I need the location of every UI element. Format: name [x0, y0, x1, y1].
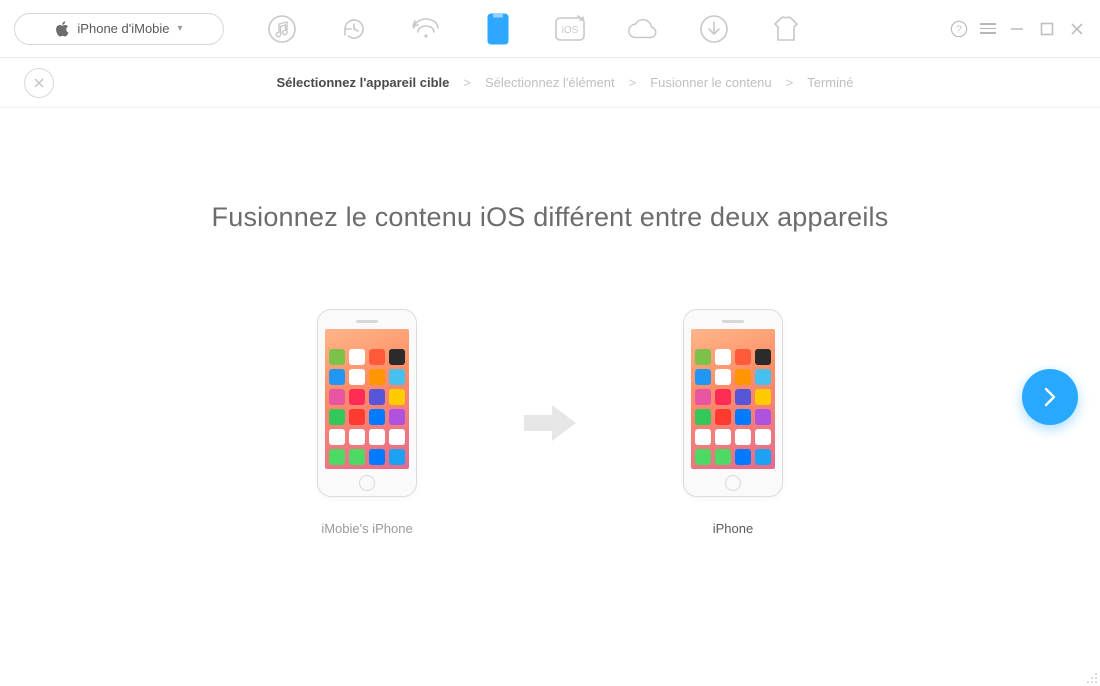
apple-icon: [55, 21, 69, 37]
app-icon: [695, 349, 711, 365]
window-controls: ?: [950, 20, 1086, 38]
top-toolbar: iPhone d'iMobie ▾ iOS ?: [0, 0, 1100, 58]
crumb-separator: >: [629, 75, 637, 90]
app-icon: [349, 369, 365, 385]
source-device[interactable]: iMobie's iPhone: [282, 309, 452, 536]
crumb-separator: >: [463, 75, 471, 90]
main-content: Fusionnez le contenu iOS différent entre…: [0, 108, 1100, 686]
app-icon: [369, 429, 385, 445]
app-icon: [715, 449, 731, 465]
app-icon: [735, 349, 751, 365]
app-icon: [389, 349, 405, 365]
app-icon: [755, 389, 771, 405]
app-icon: [735, 389, 751, 405]
app-icon: [349, 409, 365, 425]
close-button[interactable]: [1068, 20, 1086, 38]
app-icon: [715, 389, 731, 405]
app-icon: [329, 369, 345, 385]
target-phone-screen: [691, 329, 775, 469]
app-icon: [349, 449, 365, 465]
app-icon: [715, 349, 731, 365]
minimize-button[interactable]: [1008, 20, 1026, 38]
music-icon[interactable]: [266, 13, 298, 45]
app-icon: [369, 369, 385, 385]
close-wizard-button[interactable]: [24, 68, 54, 98]
app-icon: [755, 409, 771, 425]
device-pair: iMobie's iPhone iPhone: [0, 309, 1100, 536]
app-icon: [735, 369, 751, 385]
breadcrumb: Sélectionnez l'appareil cible > Sélectio…: [54, 75, 1076, 90]
source-phone-screen: [325, 329, 409, 469]
app-icon: [369, 349, 385, 365]
cloud-icon[interactable]: [626, 13, 658, 45]
app-icon: [715, 429, 731, 445]
source-phone-graphic: [317, 309, 417, 497]
app-icon: [389, 369, 405, 385]
app-icon: [695, 449, 711, 465]
app-icon: [329, 429, 345, 445]
app-icon: [695, 429, 711, 445]
crumb-step-2: Sélectionnez l'élément: [485, 75, 615, 90]
svg-text:?: ?: [956, 24, 962, 35]
app-icon: [735, 429, 751, 445]
ios-box-icon[interactable]: iOS: [554, 13, 586, 45]
app-icon: [755, 349, 771, 365]
history-icon[interactable]: [338, 13, 370, 45]
help-icon[interactable]: ?: [950, 20, 968, 38]
crumb-step-1: Sélectionnez l'appareil cible: [277, 75, 450, 90]
target-device-label: iPhone: [713, 521, 753, 536]
app-icon: [369, 449, 385, 465]
transfer-arrow-icon: [522, 403, 578, 443]
app-icon: [695, 369, 711, 385]
device-selector[interactable]: iPhone d'iMobie ▾: [14, 13, 224, 45]
app-icon: [715, 409, 731, 425]
app-icon: [695, 409, 711, 425]
page-title: Fusionnez le contenu iOS différent entre…: [0, 202, 1100, 233]
target-phone-graphic: [683, 309, 783, 497]
device-selector-label: iPhone d'iMobie: [77, 21, 169, 36]
app-icon: [369, 409, 385, 425]
app-icon: [329, 349, 345, 365]
breadcrumb-bar: Sélectionnez l'appareil cible > Sélectio…: [0, 58, 1100, 108]
crumb-separator: >: [786, 75, 794, 90]
crumb-step-4: Terminé: [807, 75, 853, 90]
app-icon: [329, 409, 345, 425]
app-icon: [735, 449, 751, 465]
app-icon: [755, 429, 771, 445]
next-button[interactable]: [1022, 369, 1078, 425]
menu-icon[interactable]: [980, 23, 996, 34]
crumb-step-3: Fusionner le contenu: [650, 75, 771, 90]
resize-grip-icon[interactable]: [1086, 672, 1098, 684]
toolbar-category-icons: iOS: [266, 13, 802, 45]
app-icon: [329, 449, 345, 465]
download-circle-icon[interactable]: [698, 13, 730, 45]
app-icon: [755, 449, 771, 465]
app-icon: [715, 369, 731, 385]
app-icon: [349, 429, 365, 445]
app-icon: [349, 389, 365, 405]
app-icon: [329, 389, 345, 405]
app-icon: [389, 429, 405, 445]
shirt-icon[interactable]: [770, 13, 802, 45]
chevron-down-icon: ▾: [178, 23, 183, 34]
svg-text:iOS: iOS: [562, 25, 579, 36]
app-icon: [349, 349, 365, 365]
source-device-label: iMobie's iPhone: [321, 521, 412, 536]
app-icon: [389, 389, 405, 405]
wifi-refresh-icon[interactable]: [410, 13, 442, 45]
app-icon: [369, 389, 385, 405]
maximize-button[interactable]: [1038, 20, 1056, 38]
phone-icon[interactable]: [482, 13, 514, 45]
app-icon: [389, 409, 405, 425]
target-device[interactable]: iPhone: [648, 309, 818, 536]
app-icon: [755, 369, 771, 385]
app-icon: [735, 409, 751, 425]
app-icon: [695, 389, 711, 405]
app-icon: [389, 449, 405, 465]
